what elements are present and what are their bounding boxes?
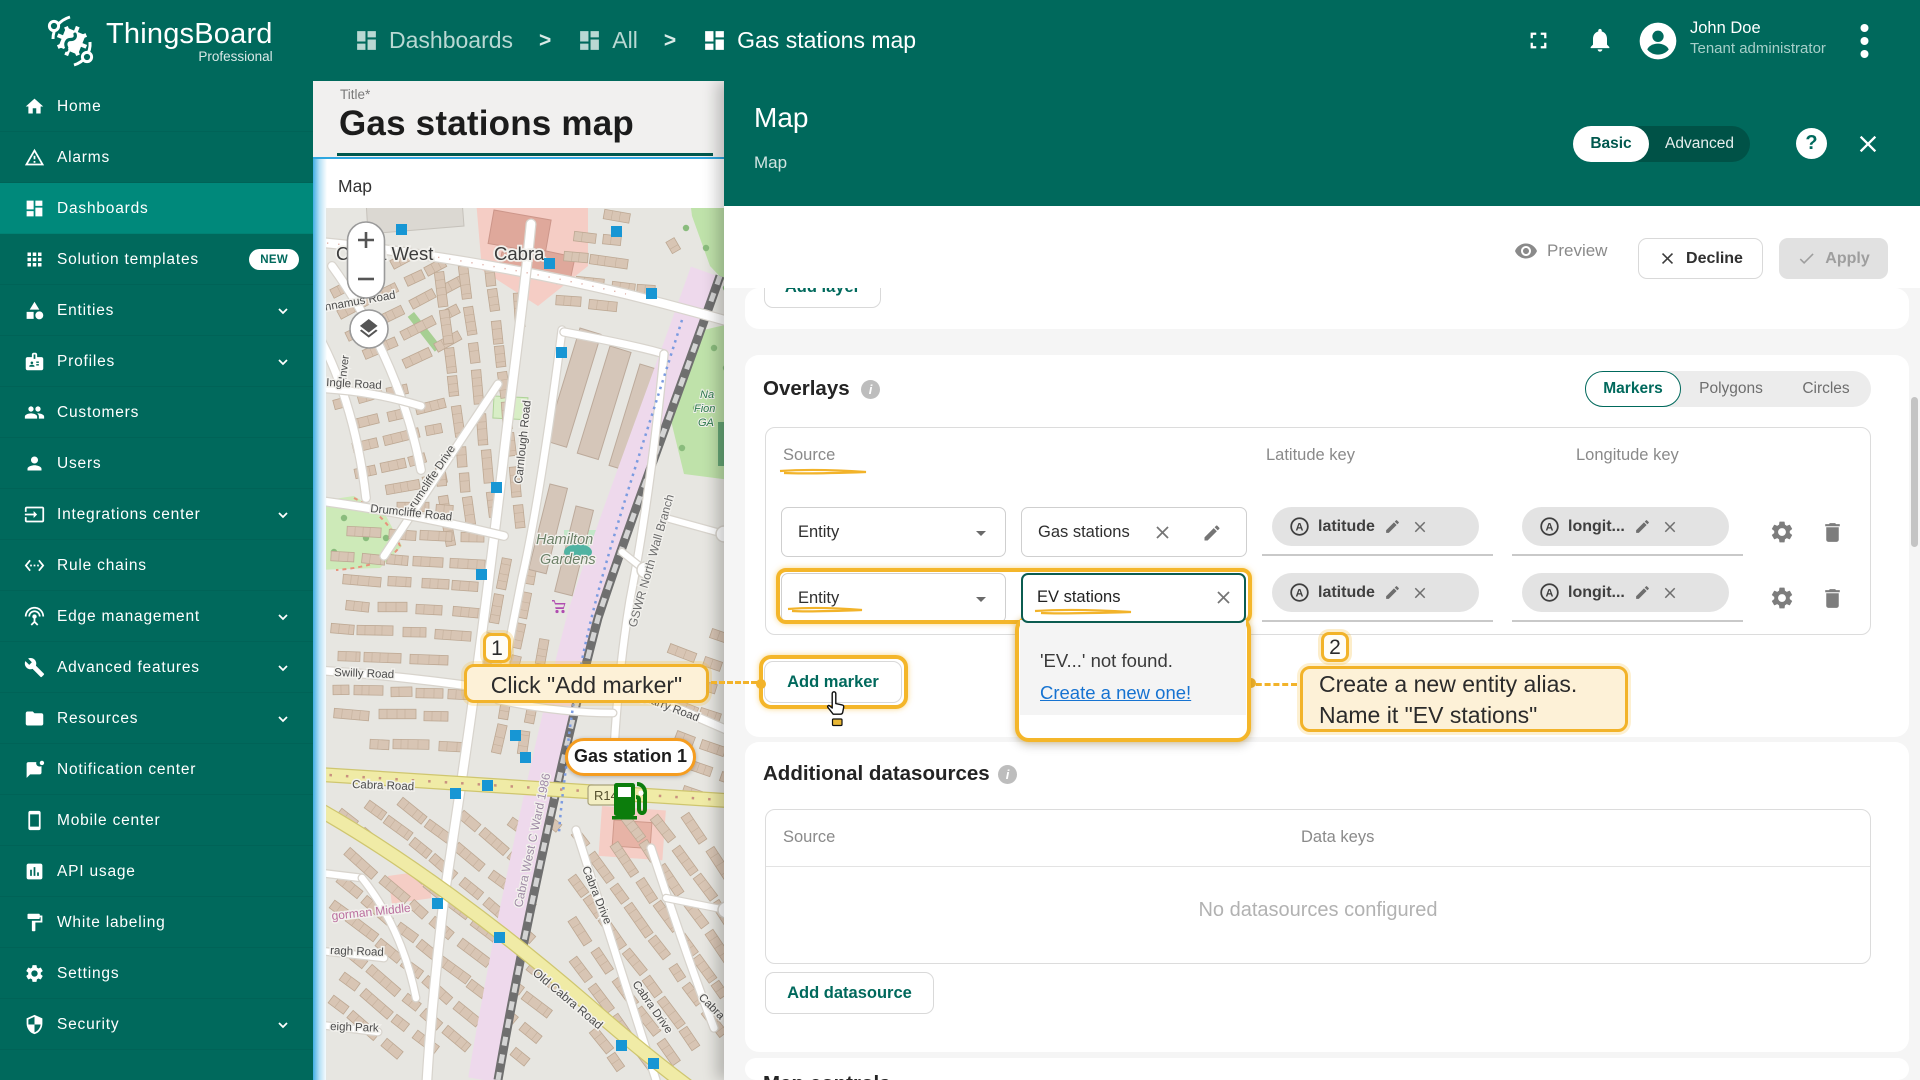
svg-text:Gardens: Gardens: [540, 552, 596, 568]
svg-text:GA: GA: [698, 417, 714, 429]
svg-text:A: A: [1546, 521, 1554, 533]
svg-text:Cabra: Cabra: [494, 243, 545, 264]
svg-text:A: A: [1296, 521, 1304, 533]
svg-text:ragh Road: ragh Road: [330, 945, 384, 959]
svg-text:Hamilton: Hamilton: [536, 532, 593, 548]
svg-text:Fion: Fion: [694, 403, 715, 415]
svg-text:eigh Park: eigh Park: [330, 1021, 379, 1035]
svg-text:Na: Na: [700, 389, 714, 401]
svg-text:A: A: [1546, 587, 1554, 599]
svg-text:A: A: [1296, 587, 1304, 599]
svg-text:Cabra Road: Cabra Road: [352, 779, 414, 793]
svg-text:Swilly Road: Swilly Road: [334, 667, 394, 681]
